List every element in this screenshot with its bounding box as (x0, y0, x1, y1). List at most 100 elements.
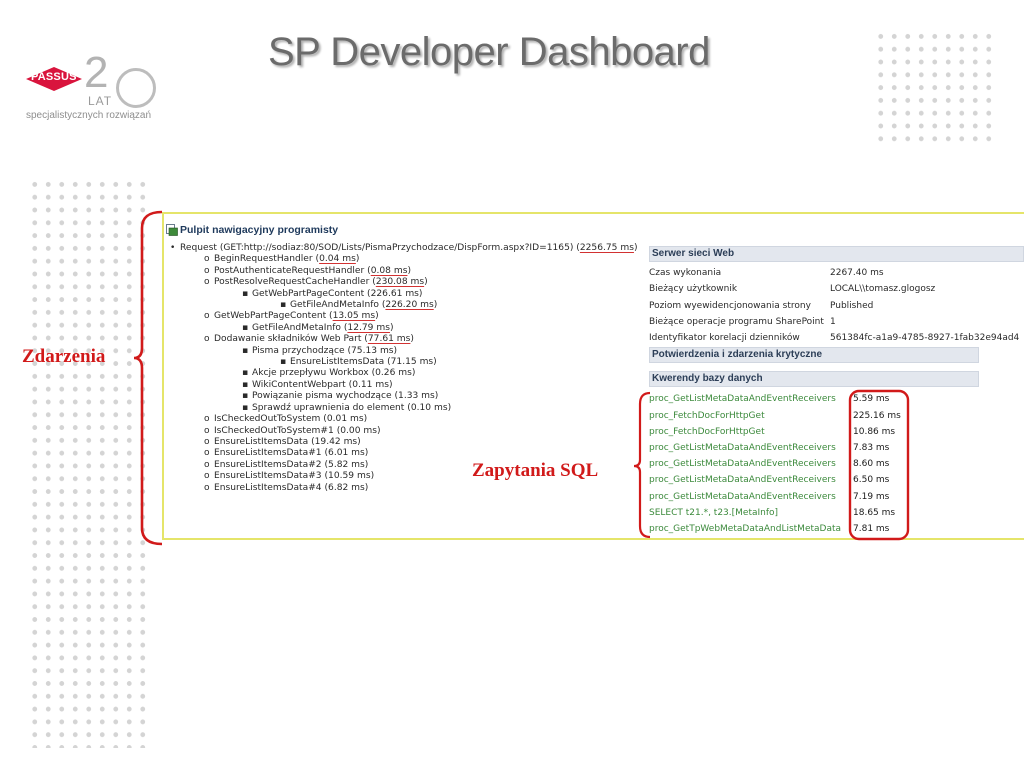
tree-bullet: ▪ (242, 322, 249, 333)
sql-query-row: proc_GetListMetaDataAndEventReceivers 7.8… (649, 440, 1024, 456)
tree-item-close: ) (377, 425, 381, 436)
sql-query-link[interactable]: SELECT t21.*, t23.[MetaInfo] (649, 505, 851, 521)
server-info-value: 1 (830, 316, 836, 327)
tree-item-time: 13.05 ms (332, 311, 376, 322)
tree-item-time: 0.08 ms (370, 265, 408, 276)
server-section-header: Serwer sieci Web (649, 246, 1024, 262)
sql-query-row: proc_GetListMetaDataAndEventReceivers 8.6… (649, 456, 1024, 472)
server-info-value: LOCAL\\tomasz.glogosz (830, 284, 936, 295)
tree-item-close: ) (370, 471, 375, 482)
decorative-dots-left (28, 178, 148, 748)
tree-item-label: GetWebPartPageContent ( (214, 311, 333, 322)
tree-item-time: 226.20 ms (385, 300, 434, 311)
tree-item-label: PostResolveRequestCacheHandler ( (214, 277, 376, 288)
sql-query-link[interactable]: proc_GetTpWebMetaDataAndListMetaData (649, 521, 851, 537)
tree-item: • Request (GET:http://sodiaz:80/SOD/Lists… (170, 243, 638, 254)
dashboard-icon (166, 224, 178, 236)
tree-item-label: EnsureListItemsData#3 ( (214, 471, 329, 482)
sql-query-row: proc_GetListMetaDataAndEventReceivers 7.1… (649, 489, 1024, 505)
tree-bullet: ▪ (242, 345, 249, 356)
sql-query-link[interactable]: proc_FetchDocForHttpGet (649, 424, 851, 440)
server-info-value: 561384fc-a1a9-4785-8927-1fab32e94ad4 (830, 333, 1020, 344)
queries-section-header: Kwerendy bazy danych (649, 371, 979, 388)
tree-item-close: ) (447, 402, 452, 413)
tree-item-time: 6.01 ms (328, 448, 365, 459)
tree-item-close: ) (418, 288, 423, 299)
tree-item-time: 2256.75 ms (579, 243, 634, 253)
tree-bullet: o (204, 334, 210, 345)
tree-bullet: o (204, 471, 210, 482)
tree-bullet: ▪ (242, 288, 249, 299)
tree-item-close: ) (433, 300, 438, 311)
logo-ring-icon (116, 68, 156, 108)
sql-query-link[interactable]: proc_GetListMetaDataAndEventReceivers (649, 456, 851, 472)
sql-bracket (633, 391, 651, 539)
server-info-row: Bieżące operacje programu SharePoint 1 (649, 314, 1024, 330)
tree-item-time: 77.61 ms (367, 334, 411, 345)
request-tree: • Request (GET:http://sodiaz:80/SOD/Lists… (170, 243, 638, 494)
tree-item-label: Sprawdź uprawnienia do element ( (252, 402, 411, 413)
tree-item-close: ) (364, 459, 369, 470)
server-info-row: Bieżący użytkownik LOCAL\\tomasz.glogosz (649, 281, 1024, 297)
tree-bullet: o (204, 436, 210, 447)
decorative-dots-top-right (874, 30, 994, 146)
tree-item: ▪ Powiązanie pisma wychodzące (1.33 ms) (170, 391, 638, 402)
tree-bullet: ▪ (280, 300, 287, 311)
tree-item-label: EnsureListItemsData ( (214, 436, 315, 447)
tree-item-label: EnsureListItemsData#1 ( (214, 448, 329, 459)
tree-item-label: BeginRequestHandler ( (214, 254, 320, 265)
tree-item-close: ) (389, 322, 394, 333)
tree-item-close: ) (364, 448, 369, 459)
tree-item-close: ) (407, 265, 412, 276)
sql-query-link[interactable]: proc_GetListMetaDataAndEventReceivers (649, 489, 851, 505)
tree-item-label: EnsureListItemsData ( (290, 357, 391, 368)
tree-item-close: ) (355, 254, 360, 265)
tree-bullet: o (204, 265, 210, 276)
tree-item: o EnsureListItemsData (19.42 ms) (170, 437, 638, 448)
tree-bullet: o (204, 414, 210, 425)
logo-lat: LAT (88, 94, 113, 108)
tree-item: o PostAuthenticateRequestHandler (0.08 ms… (170, 266, 638, 277)
events-annotation: Zdarzenia (22, 346, 106, 367)
sql-query-link[interactable]: proc_GetListMetaDataAndEventReceivers (649, 391, 851, 407)
tree-item: ▪ GetWebPartPageContent (226.61 ms) (170, 289, 638, 300)
events-bracket (133, 210, 163, 546)
tree-item-label: EnsureListItemsData#2 ( (214, 459, 329, 470)
server-info-value: Published (830, 300, 874, 311)
tree-item-label: EnsureListItemsData#4 ( (214, 482, 329, 493)
sql-times-highlight (848, 389, 910, 541)
tree-item-close: ) (375, 311, 379, 322)
tree-item-close: ) (633, 243, 638, 253)
tree-item-close: ) (388, 379, 393, 390)
tree-item-close: ) (363, 414, 368, 425)
server-info-key: Identyfikator korelacji dzienników (649, 333, 800, 344)
dashboard-right-column: Serwer sieci Web Czas wykonania 2267.40 m… (649, 246, 1024, 537)
tree-item-close: ) (357, 436, 361, 447)
tree-item-time: 1.33 ms (398, 391, 435, 402)
tree-bullet: o (204, 277, 210, 288)
tree-item: o EnsureListItemsData#1 (6.01 ms) (170, 448, 638, 459)
server-info-row: Czas wykonania 2267.40 ms (649, 265, 1024, 281)
sql-query-row: proc_FetchDocForHttpGet 225.16 ms (649, 408, 1024, 424)
tree-item-time: 75.13 ms (351, 345, 394, 356)
tree-item: ▪ Sprawdź uprawnienia do element (0.10 ms… (170, 403, 638, 414)
tree-item-time: 0.01 ms (326, 414, 364, 425)
tree-item: ▪ WikiContentWebpart (0.11 ms) (170, 380, 638, 391)
tree-item-close: ) (411, 368, 416, 379)
tree-item-time: 0.11 ms (352, 379, 389, 390)
tree-bullet: o (204, 254, 210, 265)
tree-item-label: Pisma przychodzące ( (252, 345, 352, 356)
logo-badge-text: PASSUS (31, 71, 77, 83)
sql-query-link[interactable]: proc_FetchDocForHttpGet (649, 408, 851, 424)
tree-bullet: o (204, 448, 210, 459)
tree-item-label: WikiContentWebpart ( (252, 379, 353, 390)
tree-item-time: 10.59 ms (328, 471, 371, 482)
tree-item: o IsCheckedOutToSystem (0.01 ms) (170, 414, 638, 425)
tree-item-time: 19.42 ms (314, 436, 358, 447)
tree-item-label: GetFileAndMetaInfo ( (290, 300, 386, 311)
sql-query-link[interactable]: proc_GetListMetaDataAndEventReceivers (649, 440, 851, 456)
sql-query-link[interactable]: proc_GetListMetaDataAndEventReceivers (649, 472, 851, 488)
tree-item-time: 71.15 ms (390, 357, 434, 368)
server-info-key: Poziom wyewidencjonowania strony (649, 300, 811, 311)
tree-item: ▪ GetFileAndMetaInfo (226.20 ms) (170, 300, 638, 311)
